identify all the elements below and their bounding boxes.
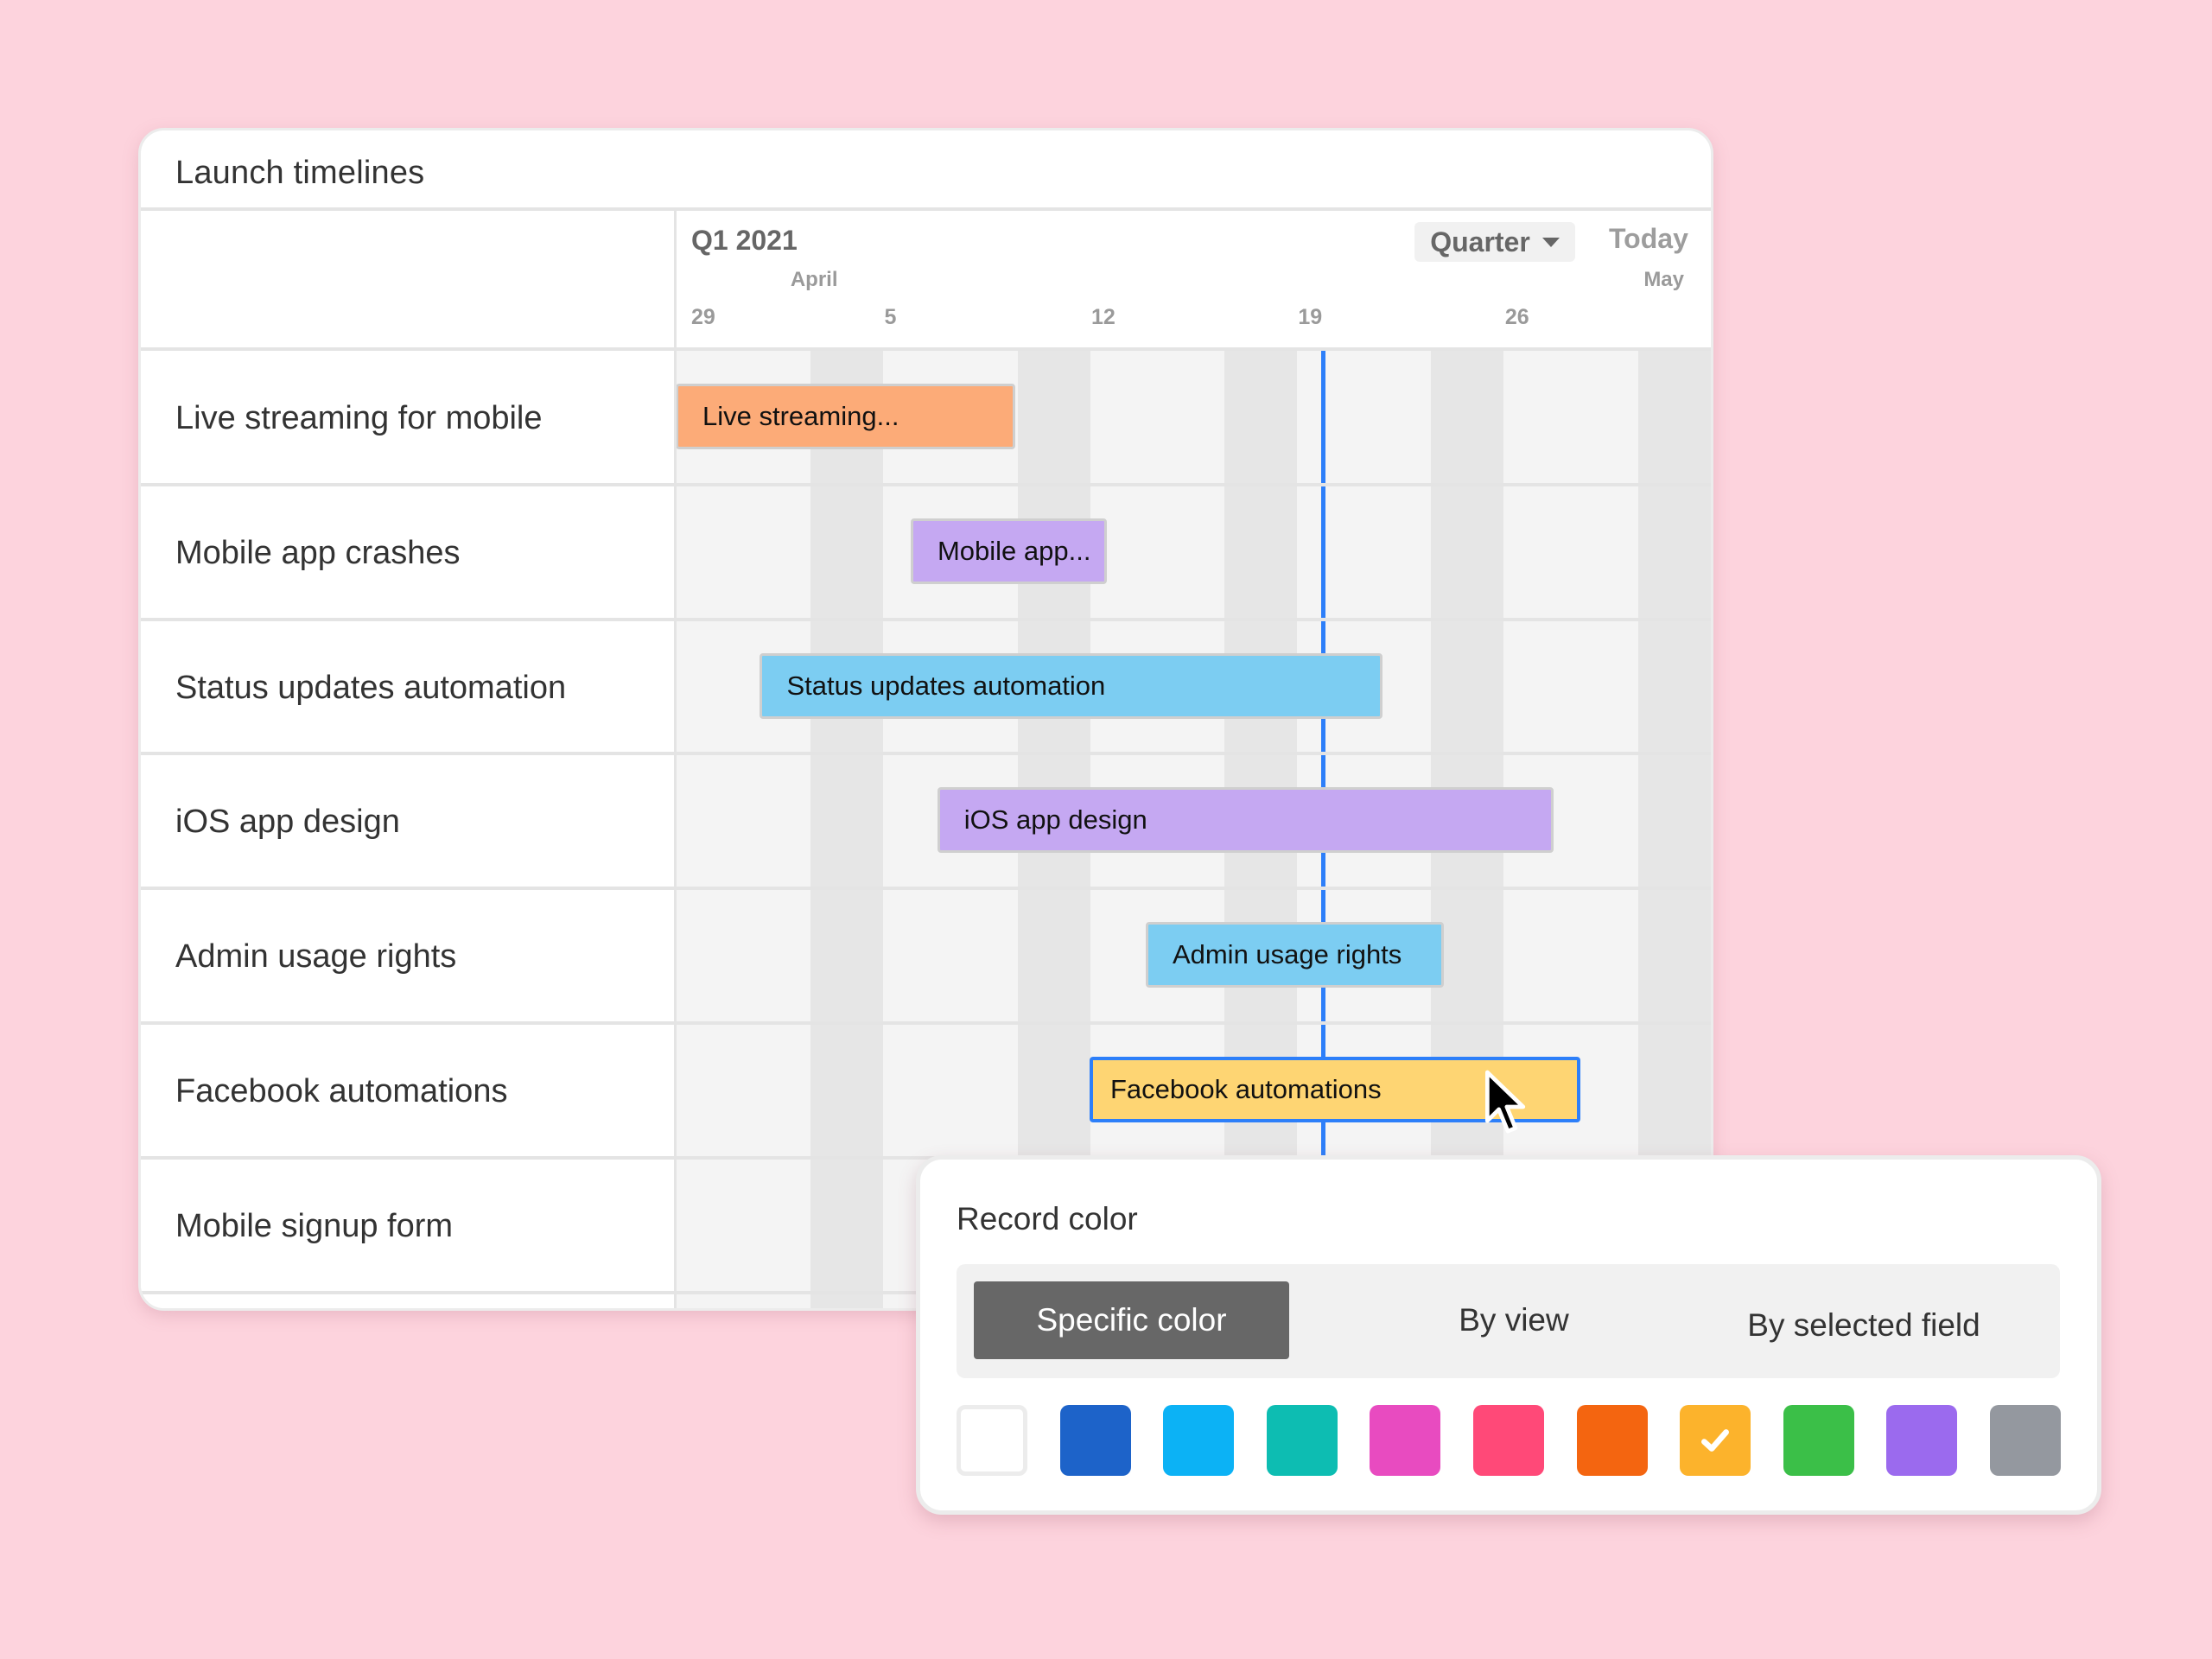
record-name[interactable]: Mobile signup form [175,1208,453,1245]
row-divider [677,482,1711,486]
record-name[interactable]: Facebook automations [175,1073,507,1110]
timeline-bar[interactable]: Admin usage rights [1145,922,1445,988]
popover-title: Record color [957,1201,1138,1236]
timeline-bar[interactable]: Status updates automation [760,652,1382,719]
color-swatch-cyan[interactable] [1163,1405,1235,1476]
mouse-cursor-icon [1484,1070,1526,1134]
mode-specific-color[interactable]: Specific color [974,1281,1289,1359]
color-swatch-green[interactable] [1783,1405,1854,1476]
scale-dropdown[interactable]: Quarter [1414,222,1575,262]
date-tick-label: 12 [1090,305,1116,329]
timeline-bar[interactable]: Mobile app... [910,518,1108,584]
color-swatch-blue[interactable] [1059,1405,1131,1476]
column-divider [674,207,677,1308]
color-swatches [957,1405,2097,1476]
row-divider [141,482,674,486]
caret-down-icon [1541,237,1560,247]
row-divider [677,617,1711,621]
date-tick-label: 5 [884,305,897,329]
scale-dropdown-label: Quarter [1430,226,1530,257]
card-title: Launch timelines [175,155,425,191]
row-divider [677,887,1711,891]
color-swatch-white[interactable] [957,1405,1027,1476]
row-divider [677,1021,1711,1025]
weekend-stripe [810,351,884,1308]
color-swatch-pink[interactable] [1370,1405,1441,1476]
record-name[interactable]: Admin usage rights [175,938,456,976]
color-mode-segmented-control: Specific color By view By selected field [957,1264,2060,1378]
record-name[interactable]: Live streaming for mobile [175,400,543,437]
color-swatch-purple[interactable] [1886,1405,1958,1476]
month-label: April [790,268,838,291]
color-swatch-gray[interactable] [1990,1405,2061,1476]
row-divider [141,1021,674,1025]
color-swatch-orange[interactable] [1576,1405,1648,1476]
period-label: Q1 2021 [691,225,798,256]
timeline-bar[interactable]: Live streaming... [676,384,1016,449]
row-divider [141,887,674,891]
mode-by-view[interactable]: By view [1406,1281,1622,1359]
date-tick-label: 29 [691,305,715,329]
record-name[interactable]: iOS app design [175,804,400,841]
color-swatch-red[interactable] [1473,1405,1544,1476]
row-divider [677,752,1711,756]
checkmark-icon [1701,1429,1730,1452]
color-swatch-teal[interactable] [1266,1405,1338,1476]
color-swatch-yellow[interactable] [1680,1405,1751,1476]
mode-by-selected-field[interactable]: By selected field [1682,1287,2045,1364]
record-name[interactable]: Mobile app crashes [175,535,461,572]
date-tick-label: 26 [1504,305,1529,329]
row-divider [141,1155,674,1160]
row-divider [141,617,674,621]
record-name[interactable]: Status updates automation [175,670,566,707]
timeline-bar[interactable]: iOS app design [937,787,1554,854]
record-color-popover: Record color Specific color By view By s… [916,1155,2101,1515]
date-tick-label: 19 [1298,305,1323,329]
timescale-header: Q1 2021 Quarter Today April May 29 5 12 19 26 [677,211,1711,347]
month-label: May [1643,268,1684,291]
record-label-column: Live streaming for mobile Mobile app cras… [141,351,674,1308]
timeline-card: Launch timelines Live streaming for mobi… [138,128,1713,1311]
timescale-divider [141,347,1711,351]
row-divider [141,1290,674,1294]
row-divider [141,752,674,756]
today-button[interactable]: Today [1609,223,1688,255]
